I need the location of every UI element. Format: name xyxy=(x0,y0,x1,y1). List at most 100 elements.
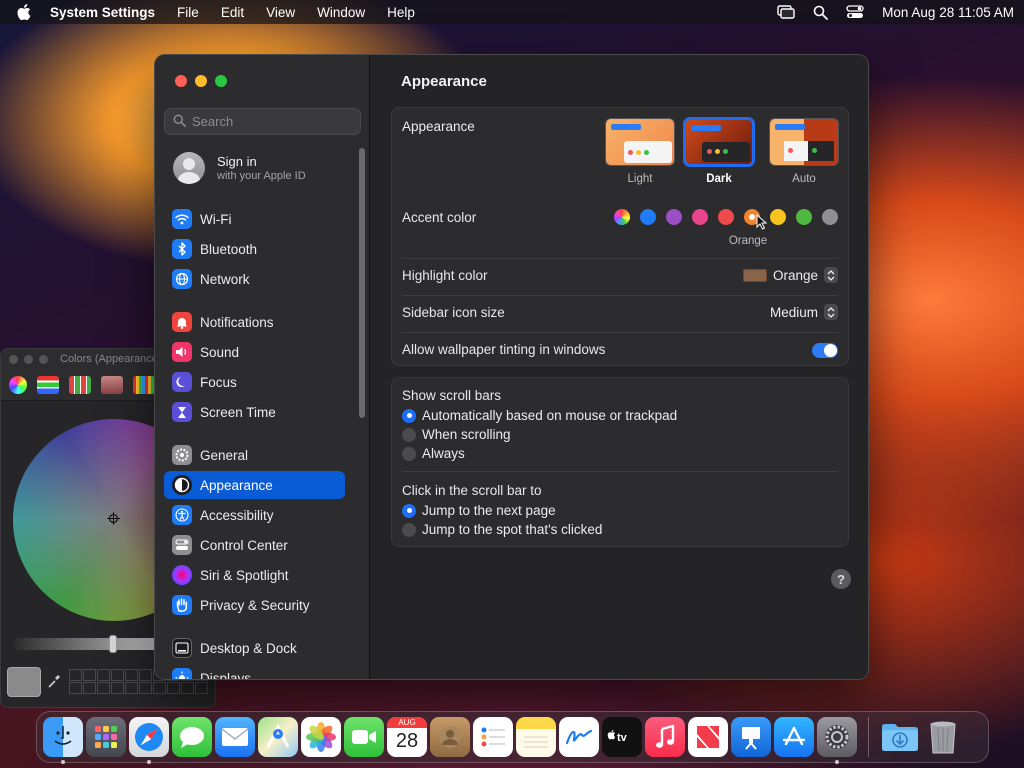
contacts-icon[interactable] xyxy=(430,717,470,757)
finder-icon[interactable] xyxy=(43,717,83,764)
trash-icon[interactable] xyxy=(923,717,963,757)
current-color-swatch[interactable] xyxy=(7,667,41,697)
hand-icon xyxy=(172,595,192,615)
color-wheel-crosshair-icon[interactable] xyxy=(107,512,120,528)
spotlight-search-icon[interactable] xyxy=(813,5,829,20)
sidebar-item-accessibility[interactable]: Accessibility xyxy=(164,501,345,529)
accent-blue-swatch[interactable] xyxy=(640,209,656,225)
reminders-icon[interactable] xyxy=(473,717,513,757)
search-input[interactable] xyxy=(192,114,352,129)
sidebar-item-network[interactable]: Network xyxy=(164,265,345,293)
divider xyxy=(402,258,838,259)
control-center-icon[interactable] xyxy=(846,5,864,19)
news-icon[interactable] xyxy=(688,717,728,757)
radio-button[interactable] xyxy=(402,446,416,461)
menu-view[interactable]: View xyxy=(266,5,295,20)
sidebar-item-wifi[interactable]: Wi-Fi xyxy=(164,205,345,233)
messages-icon[interactable] xyxy=(172,717,212,757)
appearance-light-thumbnail[interactable] xyxy=(605,118,675,166)
app-store-icon[interactable] xyxy=(774,717,814,757)
pencils-tab-icon[interactable] xyxy=(133,375,155,394)
system-settings-icon[interactable] xyxy=(817,717,857,764)
sidebar-group-notifications: Notifications Sound Focus Screen Time xyxy=(164,308,345,428)
sidebar-item-siri-spotlight[interactable]: Siri & Spotlight xyxy=(164,561,345,589)
accent-purple-swatch[interactable] xyxy=(666,209,682,225)
control-center-icon xyxy=(172,535,192,555)
accent-pink-swatch[interactable] xyxy=(692,209,708,225)
notes-icon[interactable] xyxy=(516,717,556,757)
radio-button[interactable] xyxy=(402,408,416,423)
click-scroll-option-next-page[interactable]: Jump to the next page xyxy=(402,503,556,518)
sidebar-item-bluetooth[interactable]: Bluetooth xyxy=(164,235,345,263)
photos-icon[interactable] xyxy=(301,717,341,757)
sidebar-item-screen-time[interactable]: Screen Time xyxy=(164,398,345,426)
safari-icon[interactable] xyxy=(129,717,169,764)
brightness-slider-knob[interactable] xyxy=(109,635,117,653)
sidebar-item-desktop-dock[interactable]: Desktop & Dock xyxy=(164,634,345,662)
color-wheel-tab-icon[interactable] xyxy=(9,375,27,394)
apple-menu-icon[interactable] xyxy=(10,4,38,20)
color-palettes-tab-icon[interactable] xyxy=(69,375,91,394)
menu-file[interactable]: File xyxy=(177,5,199,20)
appearance-icon xyxy=(172,475,192,495)
sidebar-item-appearance[interactable]: Appearance xyxy=(164,471,345,499)
zoom-button[interactable] xyxy=(215,75,227,87)
appearance-dark-thumbnail[interactable] xyxy=(684,118,754,166)
screen-mirroring-icon[interactable] xyxy=(777,5,795,19)
sidebar-item-displays[interactable]: Displays xyxy=(164,664,345,679)
sidebar-item-sound[interactable]: Sound xyxy=(164,338,345,366)
mail-icon[interactable] xyxy=(215,717,255,757)
wallpaper-tinting-toggle[interactable] xyxy=(812,343,838,358)
calendar-icon[interactable]: AUG 28 xyxy=(387,717,427,757)
accent-graphite-swatch[interactable] xyxy=(822,209,838,225)
image-palettes-tab-icon[interactable] xyxy=(101,375,123,394)
menu-app-name[interactable]: System Settings xyxy=(50,5,155,20)
menu-help[interactable]: Help xyxy=(387,5,415,20)
menu-edit[interactable]: Edit xyxy=(221,5,244,20)
freeform-icon[interactable] xyxy=(559,717,599,757)
menubar-clock[interactable]: Mon Aug 28 11:05 AM xyxy=(882,5,1014,20)
eyedropper-icon[interactable] xyxy=(47,673,61,692)
accent-color-label: Accent color xyxy=(402,210,477,225)
music-icon[interactable] xyxy=(645,717,685,757)
accent-green-swatch[interactable] xyxy=(796,209,812,225)
sidebar-sign-in[interactable]: Sign in with your Apple ID xyxy=(173,152,306,184)
launchpad-icon[interactable] xyxy=(86,717,126,757)
sidebar-item-focus[interactable]: Focus xyxy=(164,368,345,396)
accent-red-swatch[interactable] xyxy=(718,209,734,225)
accent-multicolor-swatch[interactable] xyxy=(614,209,630,225)
minimize-button[interactable] xyxy=(195,75,207,87)
radio-button[interactable] xyxy=(402,503,416,518)
keynote-icon[interactable] xyxy=(731,717,771,757)
sidebar-scrollbar[interactable] xyxy=(359,148,365,418)
radio-button[interactable] xyxy=(402,522,416,537)
dock-icon xyxy=(172,638,192,658)
accent-yellow-swatch[interactable] xyxy=(770,209,786,225)
radio-label: Jump to the spot that's clicked xyxy=(422,522,603,537)
menu-window[interactable]: Window xyxy=(317,5,365,20)
click-scroll-option-spot-clicked[interactable]: Jump to the spot that's clicked xyxy=(402,522,602,537)
apple-tv-icon[interactable]: tv xyxy=(602,717,642,757)
color-sliders-tab-icon[interactable] xyxy=(37,375,59,394)
highlight-color-popup[interactable]: Orange xyxy=(742,267,838,283)
scroll-bars-option-automatic[interactable]: Automatically based on mouse or trackpad xyxy=(402,408,677,423)
scroll-bars-option-when-scrolling[interactable]: When scrolling xyxy=(402,427,511,442)
maps-icon[interactable] xyxy=(258,717,298,757)
colors-min-dot[interactable] xyxy=(24,354,33,364)
close-button[interactable] xyxy=(175,75,187,87)
colors-close-dot[interactable] xyxy=(9,354,18,364)
radio-button[interactable] xyxy=(402,427,416,442)
downloads-folder-icon[interactable] xyxy=(880,717,920,757)
bell-icon xyxy=(172,312,192,332)
sidebar-item-control-center[interactable]: Control Center xyxy=(164,531,345,559)
sidebar-icon-size-popup[interactable]: Medium xyxy=(770,304,838,320)
facetime-icon[interactable] xyxy=(344,717,384,757)
sidebar-item-general[interactable]: General xyxy=(164,441,345,469)
sidebar-search[interactable] xyxy=(164,108,361,135)
scroll-bars-option-always[interactable]: Always xyxy=(402,446,465,461)
sidebar-item-privacy-security[interactable]: Privacy & Security xyxy=(164,591,345,619)
sidebar-item-notifications[interactable]: Notifications xyxy=(164,308,345,336)
appearance-auto-thumbnail[interactable] xyxy=(769,118,839,166)
colors-max-dot[interactable] xyxy=(39,354,48,364)
help-button[interactable]: ? xyxy=(831,569,851,589)
